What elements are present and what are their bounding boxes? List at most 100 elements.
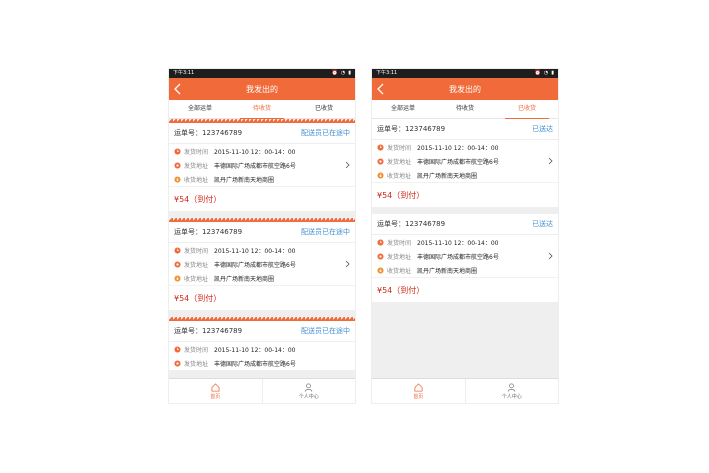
nav-profile[interactable]: 个人中心 [261, 379, 356, 403]
home-icon [211, 382, 220, 392]
send-address-row[interactable]: 发货地址 丰德国际广场成都市航空路6号 [169, 257, 355, 271]
order-list: 运单号：123746789 已送达 发货时间 2015-11-10 12：00-… [372, 119, 558, 379]
chevron-right-icon[interactable] [345, 260, 350, 268]
clock-icon [377, 238, 384, 246]
send-location-icon [377, 252, 384, 260]
receive-location-icon [377, 171, 384, 179]
order-card[interactable]: 运单号：123746789 配送员已在途中 发货时间 2015-11-10 12… [169, 119, 355, 211]
send-address-row[interactable]: 发货地址 丰德国际广场成都市航空路6号 [372, 154, 558, 168]
send-time-value: 2015-11-10 12：00-14：00 [214, 346, 296, 354]
nav-profile-label: 个人中心 [298, 393, 319, 400]
bottom-nav: 首页 个人中心 [372, 378, 558, 403]
send-time-row: 发货时间 2015-11-10 12：00-14：00 [169, 144, 355, 158]
tab-received[interactable]: 已收货 [293, 100, 355, 118]
receive-address-row: 收货地址 凯丹广场新南天地商圈 [169, 271, 355, 285]
receive-address-row: 收货地址 凯丹广场新南天地商圈 [372, 168, 558, 182]
order-number: 运单号：123746789 [174, 327, 243, 335]
chevron-right-icon[interactable] [548, 252, 553, 260]
send-address-value: 丰德国际广场成都市航空路6号 [214, 261, 296, 269]
receive-address-label: 收货地址 [387, 172, 412, 180]
home-icon [414, 382, 423, 392]
status-icons: ⏰ ◔ ▮ [332, 69, 351, 78]
send-location-icon [174, 359, 181, 367]
battery-icon: ▮ [551, 70, 554, 76]
tab-pending[interactable]: 待收货 [434, 100, 496, 118]
tab-all[interactable]: 全部运单 [372, 100, 434, 118]
back-icon[interactable] [376, 83, 386, 95]
order-list: 运单号：123746789 配送员已在途中 发货时间 2015-11-10 12… [169, 119, 355, 379]
send-time-value: 2015-11-10 12：00-14：00 [417, 239, 499, 247]
send-location-icon [174, 260, 181, 268]
phone-screen-left: 下午3:11 ⏰ ◔ ▮ 我发出的 全部运单 待收货 已收货 运单号：12374… [169, 69, 355, 403]
back-icon[interactable] [173, 83, 183, 95]
send-location-icon [174, 161, 181, 169]
send-address-value: 丰德国际广场成都市航空路6号 [214, 162, 296, 170]
nav-profile[interactable]: 个人中心 [464, 379, 559, 403]
send-address-row[interactable]: 发货地址 丰德国际广场成都市航空路6号 [169, 356, 355, 370]
price: ¥54（到付） [169, 285, 355, 310]
receive-address-value: 凯丹广场新南天地商圈 [417, 267, 478, 275]
send-time-row: 发货时间 2015-11-10 12：00-14：00 [372, 235, 558, 249]
card-header: 运单号：123746789 配送员已在途中 [169, 123, 355, 144]
page-title: 我发出的 [449, 84, 481, 94]
order-status: 配送员已在途中 [301, 228, 350, 236]
tab-all[interactable]: 全部运单 [169, 100, 231, 118]
user-icon [507, 383, 516, 392]
order-number: 运单号：123746789 [377, 125, 446, 133]
send-time-row: 发货时间 2015-11-10 12：00-14：00 [169, 342, 355, 356]
tab-received[interactable]: 已收货 [496, 100, 558, 119]
send-address-value: 丰德国际广场成都市航空路6号 [214, 360, 296, 368]
nav-home[interactable]: 首页 [372, 379, 465, 403]
phone-screen-right: 下午3:11 ⏰ ◔ ▮ 我发出的 全部运单 待收货 已收货 运单号：12374… [372, 69, 558, 403]
receive-location-icon [174, 175, 181, 183]
tab-bar: 全部运单 待收货 已收货 [372, 100, 558, 119]
clock-icon [377, 143, 384, 151]
card-header: 运单号：123746789 已送达 [372, 214, 558, 235]
bottom-nav: 首页 个人中心 [169, 378, 355, 403]
send-address-label: 发货地址 [184, 360, 209, 368]
send-time-value: 2015-11-10 12：00-14：00 [214, 148, 296, 156]
receive-location-icon [174, 274, 181, 282]
nav-home[interactable]: 首页 [169, 379, 262, 403]
send-time-row: 发货时间 2015-11-10 12：00-14：00 [169, 243, 355, 257]
user-icon [304, 383, 313, 392]
status-bar: 下午3:11 ⏰ ◔ ▮ [169, 69, 355, 78]
title-bar: 我发出的 [169, 78, 355, 100]
receive-address-label: 收货地址 [184, 275, 209, 283]
receive-address-label: 收货地址 [387, 267, 412, 275]
order-number: 运单号：123746789 [174, 228, 243, 236]
order-card[interactable]: 运单号：123746789 配送员已在途中 发货时间 2015-11-10 12… [169, 317, 355, 370]
receive-address-value: 凯丹广场新南天地商圈 [417, 172, 478, 180]
clock-icon [174, 246, 181, 254]
clock-icon [174, 147, 181, 155]
send-time-value: 2015-11-10 12：00-14：00 [417, 144, 499, 152]
receive-address-value: 凯丹广场新南天地商圈 [214, 176, 275, 184]
chevron-right-icon[interactable] [345, 161, 350, 169]
send-time-row: 发货时间 2015-11-10 12：00-14：00 [372, 140, 558, 154]
receive-address-row: 收货地址 凯丹广场新南天地商圈 [372, 263, 558, 277]
send-time-label: 发货时间 [184, 346, 209, 354]
order-status: 配送员已在途中 [301, 129, 350, 137]
price: ¥54（到付） [372, 277, 558, 302]
alarm-icon: ⏰ [331, 70, 338, 76]
order-card[interactable]: 运单号：123746789 已送达 发货时间 2015-11-10 12：00-… [372, 214, 558, 302]
receive-address-row: 收货地址 凯丹广场新南天地商圈 [169, 172, 355, 186]
status-time: 下午3:11 [376, 70, 398, 76]
tab-bar: 全部运单 待收货 已收货 [169, 100, 355, 119]
order-card[interactable]: 运单号：123746789 配送员已在途中 发货时间 2015-11-10 12… [169, 218, 355, 310]
receive-address-value: 凯丹广场新南天地商圈 [214, 275, 275, 283]
order-card[interactable]: 运单号：123746789 已送达 发货时间 2015-11-10 12：00-… [372, 119, 558, 207]
send-address-row[interactable]: 发货地址 丰德国际广场成都市航空路6号 [169, 158, 355, 172]
nav-profile-label: 个人中心 [501, 393, 522, 400]
send-address-label: 发货地址 [387, 253, 412, 261]
price: ¥54（到付） [372, 182, 558, 207]
send-time-label: 发货时间 [387, 239, 412, 247]
tab-pending[interactable]: 待收货 [231, 100, 293, 119]
nav-home-label: 首页 [413, 393, 424, 400]
send-address-value: 丰德国际广场成都市航空路6号 [417, 253, 499, 261]
order-status: 已送达 [532, 125, 553, 133]
chevron-right-icon[interactable] [548, 157, 553, 165]
send-address-row[interactable]: 发货地址 丰德国际广场成都市航空路6号 [372, 249, 558, 263]
order-status: 配送员已在途中 [301, 327, 350, 335]
status-time: 下午3:11 [173, 70, 195, 76]
